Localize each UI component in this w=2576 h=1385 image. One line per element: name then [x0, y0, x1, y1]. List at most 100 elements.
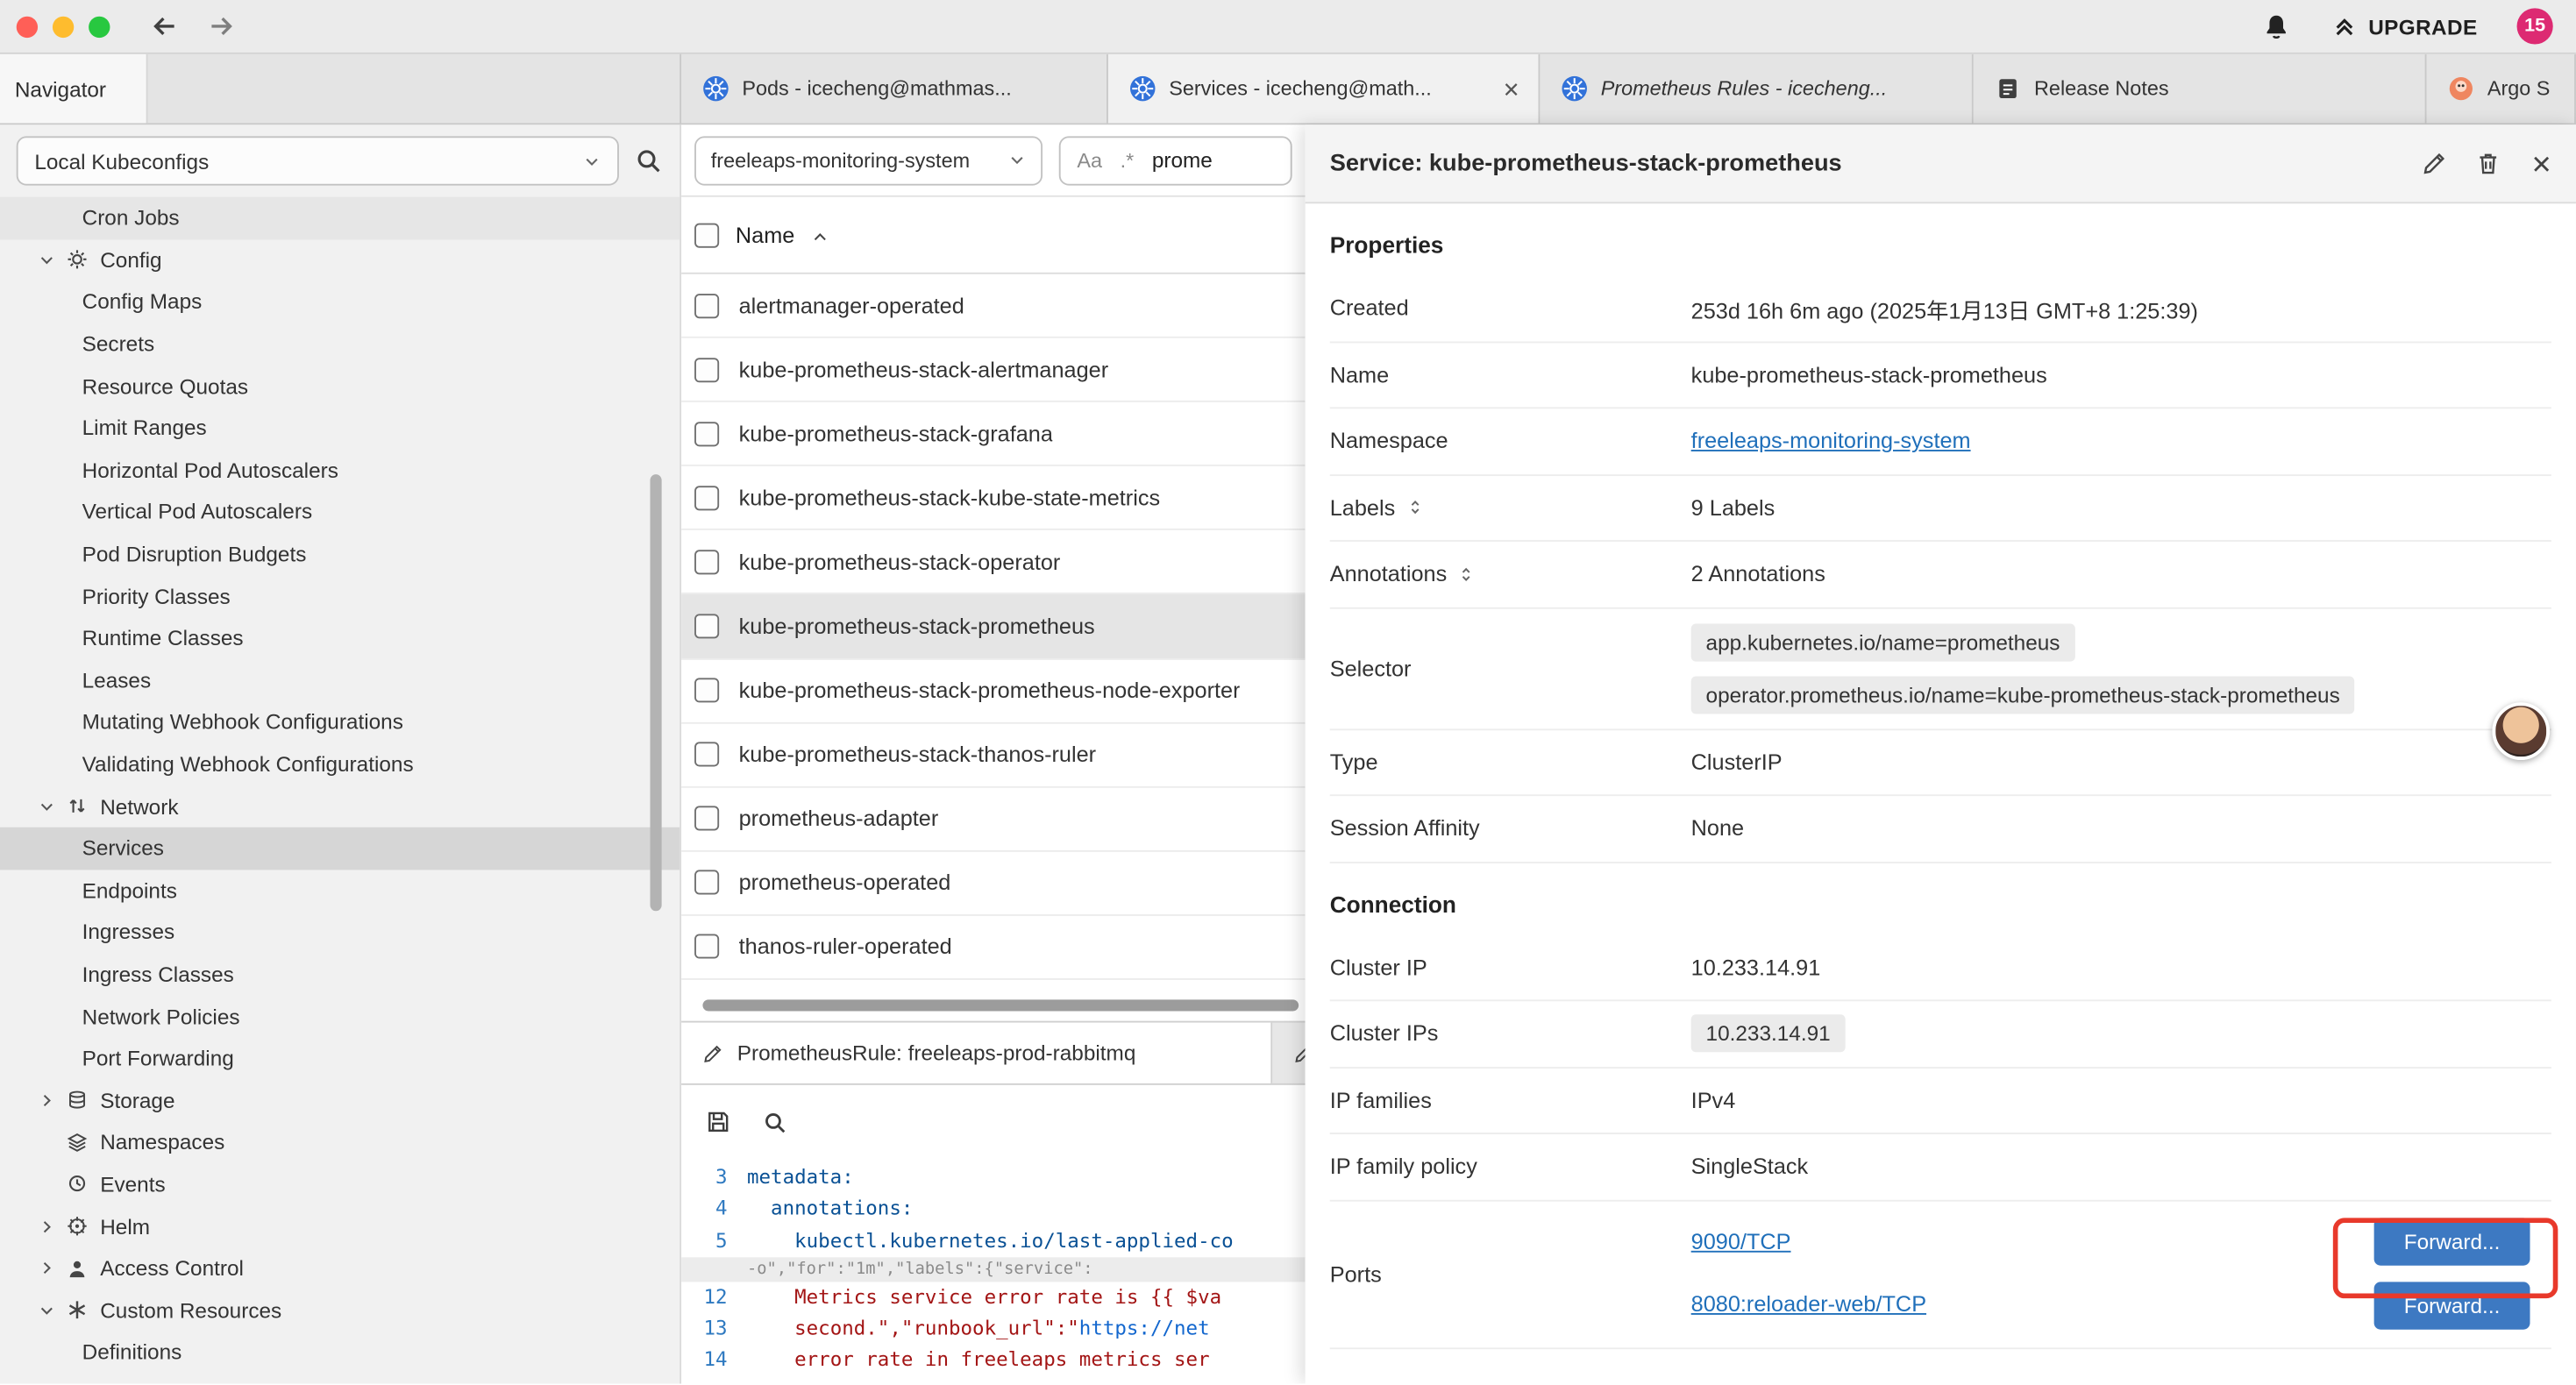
table-row-kube-prometheus-stack-operator[interactable]: kube-prometheus-stack-operator	[681, 531, 1306, 595]
port-link[interactable]: 9090/TCP	[1691, 1211, 1791, 1274]
sidebar-item-mutating-webhook-configurations[interactable]: Mutating Webhook Configurations	[0, 701, 680, 743]
sidebar-item-network[interactable]: Network	[0, 785, 680, 827]
avatar[interactable]	[2492, 702, 2550, 760]
sidebar: Local Kubeconfigs Cron JobsConfigConfig …	[0, 124, 681, 1383]
sidebar-item-secrets[interactable]: Secrets	[0, 323, 680, 365]
table-row-kube-prometheus-stack-prometheus-node-exporter[interactable]: kube-prometheus-stack-prometheus-node-ex…	[681, 659, 1306, 723]
table-row-prometheus-adapter[interactable]: prometheus-adapter	[681, 787, 1306, 851]
row-checkbox[interactable]	[694, 934, 719, 959]
sidebar-item-runtime-classes[interactable]: Runtime Classes	[0, 617, 680, 659]
row-checkbox[interactable]	[694, 614, 719, 638]
editor-line: 12 Metrics service error rate is {{ $va	[681, 1282, 1306, 1313]
sidebar-item-priority-classes[interactable]: Priority Classes	[0, 575, 680, 617]
table-row-kube-prometheus-stack-prometheus[interactable]: kube-prometheus-stack-prometheus	[681, 595, 1306, 659]
line-number	[681, 1257, 747, 1282]
sidebar-item-ingress-classes[interactable]: Ingress Classes	[0, 953, 680, 995]
sidebar-scrollbar[interactable]	[651, 474, 662, 911]
close-window-button[interactable]	[17, 16, 38, 37]
table-row-kube-prometheus-stack-grafana[interactable]: kube-prometheus-stack-grafana	[681, 402, 1306, 466]
table-row-kube-prometheus-stack-thanos-ruler[interactable]: kube-prometheus-stack-thanos-ruler	[681, 723, 1306, 787]
bell-icon[interactable]	[2260, 11, 2292, 42]
sidebar-item-namespaces[interactable]: Namespaces	[0, 1121, 680, 1163]
row-checkbox[interactable]	[694, 550, 719, 574]
sidebar-item-resource-quotas[interactable]: Resource Quotas	[0, 365, 680, 407]
regex-toggle[interactable]: .*	[1121, 148, 1135, 171]
sidebar-item-custom-resources[interactable]: Custom Resources	[0, 1289, 680, 1332]
namespace-select[interactable]: freeleaps-monitoring-system	[694, 135, 1042, 184]
search-input[interactable]: Aa .* prome	[1059, 135, 1292, 184]
table-row-thanos-ruler-operated[interactable]: thanos-ruler-operated	[681, 916, 1306, 980]
sort-toggle-icon[interactable]	[1405, 498, 1424, 517]
close-tab-icon[interactable]	[1500, 78, 1521, 99]
row-checkbox[interactable]	[694, 806, 719, 831]
row-checkbox[interactable]	[694, 870, 719, 895]
sidebar-item-leases[interactable]: Leases	[0, 659, 680, 701]
sidebar-item-config-maps[interactable]: Config Maps	[0, 281, 680, 323]
sidebar-item-cron-jobs[interactable]: Cron Jobs	[0, 197, 680, 239]
edit-icon[interactable]	[2420, 149, 2448, 177]
back-button[interactable]	[149, 11, 179, 41]
row-checkbox[interactable]	[694, 358, 719, 382]
select-all-checkbox[interactable]	[694, 223, 719, 247]
tab-argo-s[interactable]: Argo S	[2427, 54, 2576, 124]
kubeconfig-select[interactable]: Local Kubeconfigs	[17, 136, 619, 185]
navigator-header[interactable]: Navigator	[0, 54, 148, 124]
zoom-window-button[interactable]	[89, 16, 110, 37]
horizontal-scrollbar[interactable]	[681, 997, 1306, 1016]
forward-button[interactable]	[207, 11, 237, 41]
tab-pods-icecheng-mathmas[interactable]: Pods - icecheng@mathmas...	[681, 54, 1108, 124]
upgrade-button[interactable]: UPGRADE	[2330, 13, 2477, 39]
sidebar-item-horizontal-pod-autoscalers[interactable]: Horizontal Pod Autoscalers	[0, 449, 680, 491]
sidebar-item-vertical-pod-autoscalers[interactable]: Vertical Pod Autoscalers	[0, 491, 680, 533]
name-column-header[interactable]: Name	[736, 223, 794, 247]
sidebar-item-services[interactable]: Services	[0, 827, 680, 870]
row-checkbox[interactable]	[694, 486, 719, 510]
dock-tab-next[interactable]	[1272, 1023, 1305, 1083]
sort-toggle-icon[interactable]	[1456, 565, 1476, 584]
sidebar-item-events[interactable]: Events	[0, 1163, 680, 1205]
table-header: Name	[681, 197, 1306, 274]
table-row-kube-prometheus-stack-kube-state-metrics[interactable]: kube-prometheus-stack-kube-state-metrics	[681, 466, 1306, 530]
sidebar-item-limit-ranges[interactable]: Limit Ranges	[0, 407, 680, 449]
tab-prometheus-rules-icecheng[interactable]: Prometheus Rules - icecheng...	[1540, 54, 1973, 124]
tab-services-icecheng-math[interactable]: Services - icecheng@math...	[1108, 54, 1540, 124]
port-link[interactable]: 8080:reloader-web/TCP	[1691, 1274, 1926, 1337]
sidebar-item-pod-disruption-budgets[interactable]: Pod Disruption Budgets	[0, 533, 680, 575]
sidebar-item-label: Secrets	[82, 331, 155, 356]
sidebar-item-helm[interactable]: Helm	[0, 1205, 680, 1247]
editor-search-icon[interactable]	[762, 1109, 788, 1135]
filter-bar: freeleaps-monitoring-system Aa .* prome	[681, 124, 1306, 196]
tab-release-notes[interactable]: Release Notes	[1974, 54, 2427, 124]
row-checkbox[interactable]	[694, 678, 719, 703]
sidebar-item-config[interactable]: Config	[0, 239, 680, 281]
close-icon[interactable]	[2529, 150, 2555, 176]
sidebar-item-storage[interactable]: Storage	[0, 1079, 680, 1121]
tab-bar: Navigator Pods - icecheng@mathmas...Serv…	[0, 54, 2576, 125]
table-row-alertmanager-operated[interactable]: alertmanager-operated	[681, 274, 1306, 338]
sort-ascending-icon[interactable]	[811, 227, 829, 245]
namespace-link[interactable]: freeleaps-monitoring-system	[1691, 429, 1971, 453]
scrollbar-thumb[interactable]	[702, 999, 1299, 1011]
save-icon[interactable]	[704, 1108, 732, 1136]
search-icon[interactable]	[634, 146, 664, 176]
row-checkbox[interactable]	[694, 422, 719, 446]
row-checkbox[interactable]	[694, 293, 719, 317]
sidebar-item-network-policies[interactable]: Network Policies	[0, 995, 680, 1037]
dock-tab-prometheusrule[interactable]: PrometheusRule: freeleaps-prod-rabbitmq	[681, 1023, 1272, 1083]
delete-icon[interactable]	[2474, 149, 2502, 177]
table-row-kube-prometheus-stack-alertmanager[interactable]: kube-prometheus-stack-alertmanager	[681, 338, 1306, 402]
row-checkbox[interactable]	[694, 742, 719, 767]
sidebar-item-endpoints[interactable]: Endpoints	[0, 869, 680, 911]
service-name: kube-prometheus-stack-thanos-ruler	[739, 742, 1096, 767]
sidebar-item-validating-webhook-configurations[interactable]: Validating Webhook Configurations	[0, 743, 680, 785]
yaml-editor[interactable]: 3metadata:4 annotations:5 kubectl.kubern…	[681, 1157, 1306, 1383]
minimize-window-button[interactable]	[53, 16, 74, 37]
notification-badge[interactable]: 15	[2517, 8, 2553, 44]
sidebar-item-ingresses[interactable]: Ingresses	[0, 911, 680, 953]
sidebar-item-access-control[interactable]: Access Control	[0, 1247, 680, 1289]
sidebar-item-port-forwarding[interactable]: Port Forwarding	[0, 1037, 680, 1079]
kubernetes-icon	[1129, 75, 1156, 102]
match-case-toggle[interactable]: Aa	[1077, 148, 1102, 171]
sidebar-item-definitions[interactable]: Definitions	[0, 1332, 680, 1374]
table-row-prometheus-operated[interactable]: prometheus-operated	[681, 852, 1306, 916]
